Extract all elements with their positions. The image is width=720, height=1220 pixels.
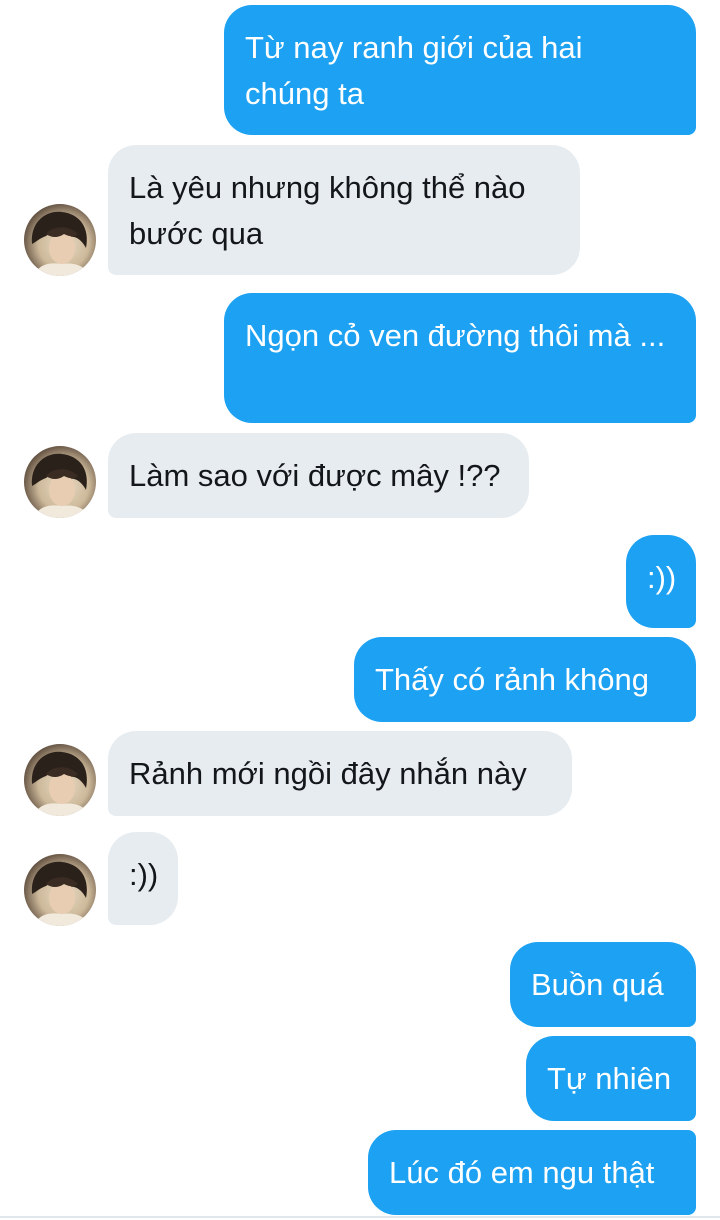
divider — [0, 1216, 720, 1218]
incoming-message[interactable]: :)) — [108, 832, 178, 925]
avatar-photo-icon — [31, 211, 90, 276]
incoming-message[interactable]: Là yêu nhưng không thể nào bước qua — [108, 145, 580, 275]
avatar-photo-icon — [31, 751, 90, 816]
incoming-message[interactable]: Làm sao với được mây !?? — [108, 433, 529, 518]
message-text: Làm sao với được mây !?? — [129, 458, 501, 493]
outgoing-message[interactable]: Tự nhiên — [526, 1036, 696, 1121]
message-text: Lúc đó em ngu thật — [389, 1155, 655, 1190]
outgoing-message[interactable]: Thấy có rảnh không — [354, 637, 696, 722]
message-text: Rảnh mới ngồi đây nhắn này — [129, 756, 527, 791]
avatar-photo-icon — [31, 453, 90, 518]
outgoing-message[interactable]: Từ nay ranh giới của hai chúng ta — [224, 5, 696, 135]
outgoing-message[interactable]: Lúc đó em ngu thật — [368, 1130, 696, 1215]
user-avatar[interactable] — [24, 744, 96, 816]
conversation-thread: Từ nay ranh giới của hai chúng ta Là yêu… — [0, 0, 720, 1220]
message-text: Ngọn cỏ ven đường thôi mà ... — [245, 318, 666, 353]
message-text: :)) — [129, 857, 159, 892]
message-text: :)) — [647, 560, 677, 595]
message-text: Tự nhiên — [547, 1061, 672, 1096]
message-text: Thấy có rảnh không — [375, 662, 650, 697]
outgoing-message[interactable]: Ngọn cỏ ven đường thôi mà ... — [224, 293, 696, 423]
user-avatar[interactable] — [24, 446, 96, 518]
user-avatar[interactable] — [24, 204, 96, 276]
message-text: Buồn quá — [531, 967, 664, 1002]
user-avatar[interactable] — [24, 854, 96, 926]
incoming-message[interactable]: Rảnh mới ngồi đây nhắn này — [108, 731, 572, 816]
message-text: Từ nay ranh giới của hai chúng ta — [245, 30, 583, 111]
outgoing-message[interactable]: :)) — [626, 535, 696, 628]
message-text: Là yêu nhưng không thể nào bước qua — [129, 170, 526, 251]
outgoing-message[interactable]: Buồn quá — [510, 942, 696, 1027]
avatar-photo-icon — [31, 861, 90, 926]
